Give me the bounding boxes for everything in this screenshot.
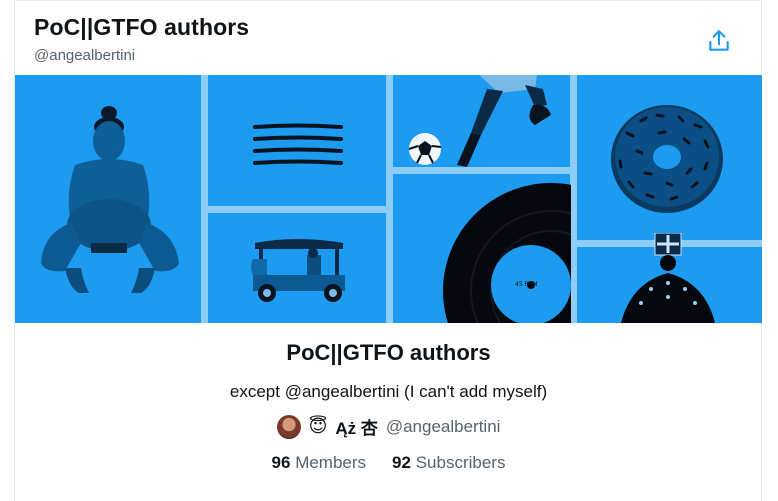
crown-image: [621, 233, 715, 323]
subscribers-link[interactable]: 92 Subscribers: [392, 453, 505, 473]
list-header: PoC||GTFO authors @angealbertini: [34, 14, 249, 64]
list-owner[interactable]: 😇 Ąż 杏 @angealbertini: [15, 414, 762, 439]
banner-divider: [393, 167, 570, 174]
banner-divider: [570, 75, 577, 323]
subscribers-count: 92: [392, 453, 411, 472]
svg-text:45 RPM: 45 RPM: [515, 281, 538, 288]
soccer-player-image: [408, 75, 551, 167]
share-button[interactable]: [700, 22, 738, 60]
members-count: 96: [271, 453, 291, 472]
subscribers-label: Subscribers: [415, 453, 506, 472]
banner-divider: [208, 206, 386, 213]
donut-image: [611, 105, 723, 213]
header-handle[interactable]: @angealbertini: [34, 47, 249, 64]
owner-handle[interactable]: @angealbertini: [386, 417, 501, 437]
tuk-tuk-image: [251, 239, 345, 302]
wavy-lines-image: [253, 123, 343, 165]
banner-divider: [386, 75, 393, 323]
members-link[interactable]: 96 Members: [272, 453, 367, 473]
angel-emoji: 😇: [308, 416, 328, 436]
list-name: PoC||GTFO authors: [286, 340, 491, 365]
vinyl-record-image: 45 RPM: [443, 183, 571, 323]
owner-name[interactable]: Ąż 杏: [335, 414, 378, 439]
banner-divider: [201, 75, 208, 323]
list-info: PoC||GTFO authors except @angealbertini …: [15, 335, 762, 473]
avatar[interactable]: [276, 414, 301, 439]
sumo-wrestler-image: [41, 106, 179, 293]
list-description: except @angealbertini (I can't add mysel…: [229, 382, 548, 401]
share-icon: [709, 30, 729, 51]
list-banner: 45 RPM: [15, 75, 762, 323]
members-label: Members: [295, 453, 367, 472]
page-title: PoC||GTFO authors: [34, 14, 250, 40]
list-stats: 96 Members 92 Subscribers: [15, 453, 762, 473]
